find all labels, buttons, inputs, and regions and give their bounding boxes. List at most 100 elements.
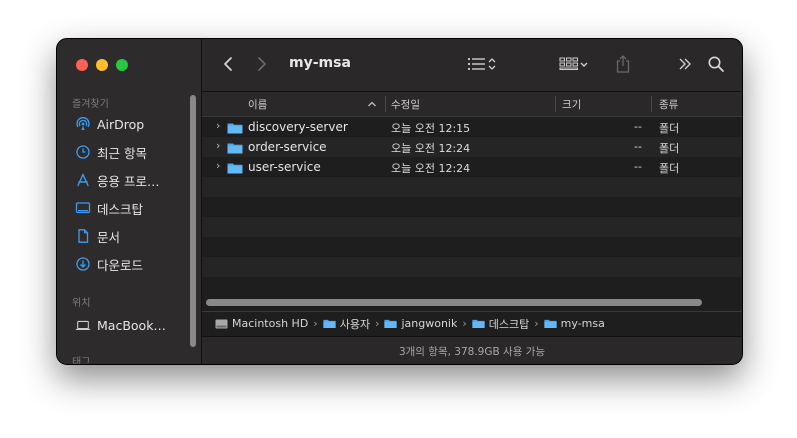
view-list-button[interactable] <box>467 53 497 75</box>
chevron-down-icon <box>580 62 588 67</box>
clock-icon <box>75 144 91 160</box>
path-separator: › <box>462 317 467 330</box>
updown-chevron-icon <box>488 58 496 70</box>
table-row[interactable]: › discovery-server 오늘 오전 12:15 -- 폴더 <box>202 117 742 137</box>
sidebar-item-documents[interactable]: 문서 <box>75 226 120 246</box>
path-separator: › <box>313 317 318 330</box>
status-text: 3개의 항목, 378.9GB 사용 가능 <box>398 345 546 358</box>
download-icon <box>75 256 91 272</box>
sidebar-item-recents[interactable]: 최근 항목 <box>75 142 147 162</box>
sidebar-section-locations: 위치 <box>72 298 91 309</box>
column-name[interactable]: 이름 <box>248 97 267 112</box>
column-size[interactable]: 크기 <box>562 97 581 112</box>
toolbar: my-msa <box>202 39 742 92</box>
sidebar-item-label: 다운로드 <box>97 257 144 273</box>
sidebar-item-macbook[interactable]: MacBook… <box>75 315 166 335</box>
sidebar-item-label: 최근 항목 <box>97 145 147 161</box>
column-divider <box>555 96 556 112</box>
zoom-window-button[interactable] <box>116 59 128 71</box>
table-row[interactable]: › user-service 오늘 오전 12:24 -- 폴더 <box>202 157 742 177</box>
sidebar-item-applications[interactable]: 응용 프로… <box>75 170 159 190</box>
sidebar: 즐겨찾기 AirDrop 최근 항목 응용 프로… 데스크탑 문서 다운로드 위… <box>57 39 202 364</box>
group-button[interactable] <box>559 53 589 75</box>
file-date: 오늘 오전 12:24 <box>391 142 471 155</box>
file-kind: 폴더 <box>659 162 680 175</box>
document-icon <box>75 228 91 244</box>
file-name: discovery-server <box>248 120 348 134</box>
share-button[interactable] <box>614 53 632 75</box>
horizontal-scrollbar-track <box>202 295 742 309</box>
folder-icon <box>227 143 243 154</box>
file-size: -- <box>634 140 642 153</box>
sidebar-item-label: AirDrop <box>97 116 145 132</box>
status-bar: 3개의 항목, 378.9GB 사용 가능 <box>202 336 742 364</box>
search-icon <box>708 56 724 72</box>
empty-row <box>202 277 742 295</box>
path-item-macintosh-hd[interactable]: Macintosh HD <box>215 317 308 330</box>
finder-window: 즐겨찾기 AirDrop 최근 항목 응용 프로… 데스크탑 문서 다운로드 위… <box>56 38 743 365</box>
folder-icon <box>227 163 243 174</box>
sidebar-item-label: 응용 프로… <box>97 173 160 189</box>
file-date: 오늘 오전 12:15 <box>391 122 471 135</box>
path-bar: Macintosh HD › 사용자 › jangwonik › 데스크탑 › <box>202 311 742 335</box>
file-name: user-service <box>248 160 321 174</box>
disclosure-chevron-icon[interactable]: › <box>216 139 220 152</box>
column-kind[interactable]: 종류 <box>659 97 678 112</box>
applications-icon <box>75 172 91 188</box>
window-controls <box>76 59 128 71</box>
sidebar-item-desktop[interactable]: 데스크탑 <box>75 198 143 218</box>
file-name: order-service <box>248 140 327 154</box>
path-item-users[interactable]: 사용자 <box>323 316 370 332</box>
share-icon <box>616 55 630 73</box>
disclosure-chevron-icon[interactable]: › <box>216 159 220 172</box>
minimize-window-button[interactable] <box>96 59 108 71</box>
column-header: 이름 수정일 크기 종류 <box>202 92 742 117</box>
double-chevron-icon <box>679 58 691 70</box>
search-button[interactable] <box>707 53 725 75</box>
empty-row <box>202 177 742 197</box>
sidebar-section-favorites: 즐겨찾기 <box>72 99 109 110</box>
empty-row <box>202 237 742 257</box>
sidebar-item-downloads[interactable]: 다운로드 <box>75 254 143 274</box>
grid-icon <box>559 57 578 70</box>
sidebar-item-label: 문서 <box>97 229 121 245</box>
disk-icon <box>215 318 228 330</box>
file-size: -- <box>634 120 642 133</box>
file-date: 오늘 오전 12:24 <box>391 162 471 175</box>
column-divider <box>651 96 652 112</box>
more-button[interactable] <box>677 53 693 75</box>
empty-row <box>202 257 742 277</box>
close-window-button[interactable] <box>76 59 88 71</box>
empty-row <box>202 217 742 237</box>
folder-icon <box>544 318 557 329</box>
sort-chevron-up-icon <box>368 101 376 107</box>
desktop-icon <box>75 200 91 216</box>
path-item-desktop[interactable]: 데스크탑 <box>472 316 529 332</box>
sidebar-item-label: 데스크탑 <box>97 201 144 217</box>
sidebar-scrollbar[interactable] <box>190 95 196 347</box>
column-divider <box>385 96 386 112</box>
path-item-my-msa[interactable]: my-msa <box>544 317 605 330</box>
table-row[interactable]: › order-service 오늘 오전 12:24 -- 폴더 <box>202 137 742 157</box>
folder-icon <box>227 123 243 134</box>
back-button[interactable] <box>222 53 234 75</box>
path-separator: › <box>375 317 380 330</box>
sidebar-section-tags: 태그 <box>72 357 91 365</box>
sidebar-item-airdrop[interactable]: AirDrop <box>75 114 144 134</box>
file-kind: 폴더 <box>659 142 680 155</box>
path-separator: › <box>534 317 539 330</box>
file-kind: 폴더 <box>659 122 680 135</box>
chevron-right-icon <box>258 57 266 71</box>
forward-button[interactable] <box>256 53 268 75</box>
disclosure-chevron-icon[interactable]: › <box>216 119 220 132</box>
file-size: -- <box>634 160 642 173</box>
folder-icon <box>384 318 398 329</box>
column-date[interactable]: 수정일 <box>391 97 420 112</box>
folder-icon <box>472 318 485 329</box>
folder-icon <box>323 318 336 329</box>
airdrop-icon <box>75 116 91 132</box>
file-list: › discovery-server 오늘 오전 12:15 -- 폴더 › o… <box>202 117 742 295</box>
path-item-home[interactable]: jangwonik <box>384 317 457 330</box>
horizontal-scrollbar[interactable] <box>206 299 702 306</box>
window-title: my-msa <box>289 55 351 71</box>
